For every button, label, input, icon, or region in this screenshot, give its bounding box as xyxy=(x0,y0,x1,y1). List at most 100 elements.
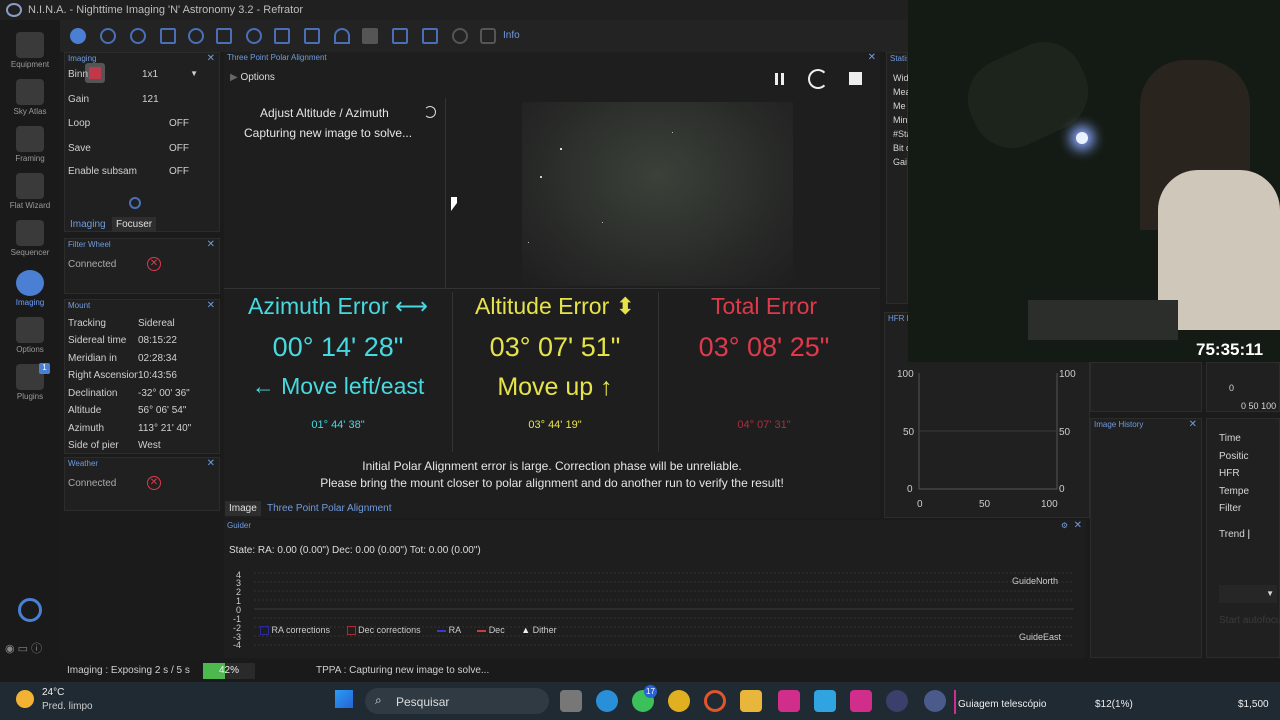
search-box[interactable]: ⌕ Pesquisar xyxy=(365,688,549,714)
app-pink2-icon[interactable] xyxy=(850,690,872,712)
ra-corrections-swatch xyxy=(260,626,269,636)
sidebar-item-equipment[interactable]: Equipment xyxy=(0,32,60,69)
close-icon[interactable]: ✕ xyxy=(207,53,215,65)
search-placeholder: Pesquisar xyxy=(396,695,450,709)
subsample-label: Enable subsam xyxy=(68,166,137,177)
frame-icon[interactable] xyxy=(160,28,176,44)
subsample-toggle[interactable]: OFF xyxy=(169,166,189,177)
save-toggle[interactable]: OFF xyxy=(169,143,189,154)
stop-button[interactable] xyxy=(849,72,862,85)
divider xyxy=(658,292,659,452)
sidebar-item-plugins[interactable]: Plugins xyxy=(0,364,60,401)
info-label: HFR xyxy=(1219,468,1240,479)
toolbar: Info xyxy=(60,20,908,52)
mount-ra-value: 10:43:56 xyxy=(138,370,177,381)
app-pink-icon[interactable] xyxy=(778,690,800,712)
list-icon[interactable] xyxy=(274,28,290,44)
warning-line-2: Please bring the mount closer to polar a… xyxy=(320,476,784,490)
capture-icon[interactable] xyxy=(129,197,141,209)
loop-toggle[interactable]: OFF xyxy=(169,118,189,129)
weather-desc: Pred. limpo xyxy=(42,701,93,712)
disconnected-icon: ✕ xyxy=(147,476,161,490)
panel-header: Three Point Polar Alignment ✕ xyxy=(224,52,880,64)
binning-label: Binn xyxy=(68,69,89,80)
app-blue-icon[interactable] xyxy=(814,690,836,712)
view-icons[interactable]: ◉ ▭ ⓘ xyxy=(5,640,42,656)
sidebar-item-label: Framing xyxy=(15,154,45,163)
autofocus-dropdown[interactable]: ▼ xyxy=(1219,585,1277,603)
statistics-panel: Statist Wid Mea Me Min #Sta Bit d Gai xyxy=(886,52,912,304)
sidebar-item-sky-atlas[interactable]: Sky Atlas xyxy=(0,79,60,116)
chart-icon[interactable] xyxy=(392,28,408,44)
sidebar-item-options[interactable]: Options xyxy=(0,317,60,354)
info-button[interactable]: Info xyxy=(503,30,520,41)
binning-select[interactable]: 1x1 ▼ xyxy=(142,69,198,80)
plugins-badge: 1 xyxy=(39,363,50,374)
close-icon[interactable]: ✕ xyxy=(1074,520,1082,532)
target-icon[interactable] xyxy=(246,28,262,44)
filter-wheel-icon[interactable] xyxy=(100,28,116,44)
altitude-move-hint: Move up ↑ xyxy=(497,373,613,401)
panel-title: Three Point Polar Alignment xyxy=(227,53,327,62)
x-tick-label: 100 xyxy=(1261,401,1277,411)
sidebar-item-framing[interactable]: Framing xyxy=(0,126,60,163)
tab-focuser[interactable]: Focuser xyxy=(112,217,157,232)
tab-image[interactable]: Image xyxy=(225,501,261,516)
guide-graph: 4 3 2 1 0 -1 -2 -3 -4 GuideNorth GuideEa… xyxy=(233,570,1074,650)
flat-icon xyxy=(16,173,44,199)
autofocus-info: Time Positic HFR Tempe Filter Trend | xyxy=(1219,430,1250,543)
panel-title: Imaging xyxy=(68,54,97,63)
close-icon[interactable]: ✕ xyxy=(207,458,215,470)
edge-icon[interactable] xyxy=(596,690,618,712)
shield-icon[interactable] xyxy=(480,28,496,44)
tab-imaging[interactable]: Imaging xyxy=(66,217,110,232)
close-icon[interactable]: ✕ xyxy=(868,52,876,64)
settings-icon[interactable]: ⚙ xyxy=(1061,520,1068,532)
rotator-icon[interactable] xyxy=(188,28,204,44)
dome-icon[interactable] xyxy=(334,28,350,44)
autofocus-panel: Time Positic HFR Tempe Filter Trend | ▼ … xyxy=(1206,418,1280,658)
close-icon[interactable]: ✕ xyxy=(207,239,215,251)
chrome-icon[interactable] xyxy=(668,690,690,712)
opera-icon[interactable] xyxy=(704,690,726,712)
pause-button[interactable] xyxy=(772,71,788,87)
mount-ra-label: Right Ascension xyxy=(68,370,138,381)
sliders-icon[interactable] xyxy=(304,28,320,44)
close-icon[interactable]: ✕ xyxy=(1189,419,1197,431)
refresh-icon[interactable] xyxy=(808,69,828,89)
start-autofocus-button[interactable]: Start autofocus xyxy=(1219,615,1280,626)
altitude-error-initial: 03° 44' 19" xyxy=(528,419,582,431)
mini-y-label: 0 xyxy=(1229,383,1235,393)
y-tick-label: 100 xyxy=(897,369,914,380)
pulse-icon[interactable] xyxy=(422,28,438,44)
sidebar-item-imaging[interactable]: Imaging xyxy=(0,270,60,307)
sidebar-item-flat-wizard[interactable]: Flat Wizard xyxy=(0,173,60,210)
task-view-icon[interactable] xyxy=(560,690,582,712)
app-galaxy-icon[interactable] xyxy=(886,690,908,712)
weather-icon[interactable] xyxy=(362,28,378,44)
bulb-icon[interactable] xyxy=(452,28,468,44)
folder-icon[interactable] xyxy=(740,690,762,712)
mount-dec-value: -32° 00' 36" xyxy=(138,388,190,399)
sidebar-item-label: Plugins xyxy=(16,392,44,401)
price-one: $12(1%) xyxy=(1095,699,1133,710)
power-icon[interactable] xyxy=(18,598,42,622)
taskbar-app-label[interactable]: Guiagem telescópio xyxy=(958,699,1046,710)
tab-tppa[interactable]: Three Point Polar Alignment xyxy=(263,501,396,516)
telescope-icon[interactable] xyxy=(216,28,232,44)
panel-header: Filter Wheel ✕ xyxy=(65,239,219,251)
windows-start-icon[interactable] xyxy=(335,690,353,708)
close-icon[interactable]: ✕ xyxy=(207,300,215,312)
legend-entry: Dec xyxy=(488,625,505,635)
mount-alt-value: 56° 06' 54" xyxy=(138,405,187,416)
info-label: Filter xyxy=(1219,503,1242,514)
azimuth-error-value: 00° 14' 28" xyxy=(272,332,404,362)
camera-tool-icon[interactable] xyxy=(70,28,86,44)
sidebar-item-sequencer[interactable]: Sequencer xyxy=(0,220,60,257)
panel-title: Weather xyxy=(68,459,99,468)
nina-taskbar-icon[interactable] xyxy=(924,690,946,712)
options-expander[interactable]: ▶ Options xyxy=(230,72,275,83)
tppa-panel: Three Point Polar Alignment ✕ ▶ Options A… xyxy=(224,52,880,518)
focuser-icon[interactable] xyxy=(130,28,146,44)
gain-input[interactable]: 121 xyxy=(142,94,159,105)
